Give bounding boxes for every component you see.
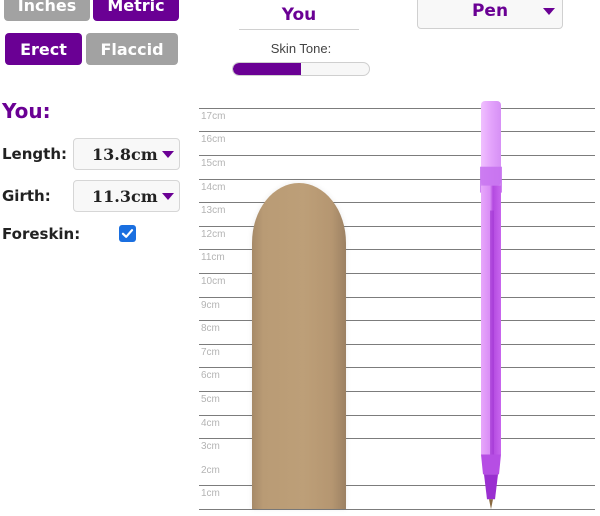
pen-grip: [481, 454, 501, 475]
ruler-line: [199, 202, 595, 204]
ruler-label: 9cm: [201, 299, 220, 311]
ruler-label: 4cm: [201, 417, 220, 429]
ruler-label: 6cm: [201, 370, 220, 382]
pen-nib: [484, 474, 498, 500]
pen-clip: [490, 210, 494, 460]
chevron-down-icon: [162, 193, 174, 200]
girth-select[interactable]: 11.3cm: [73, 180, 180, 212]
girth-label: Girth:: [2, 187, 51, 205]
ruler-line: [199, 178, 595, 180]
length-select[interactable]: 13.8cm: [73, 138, 180, 170]
ruler-label: 5cm: [201, 394, 220, 405]
ruler-baseline: [199, 509, 595, 510]
length-value: 13.8cm: [92, 144, 158, 164]
ruler-label: 11cm: [201, 252, 225, 264]
ruler-line: [199, 131, 595, 133]
ruler-line: [199, 107, 595, 109]
foreskin-label: Foreskin:: [2, 225, 81, 243]
ruler-label: 10cm: [201, 276, 226, 287]
pen-object: [480, 100, 502, 509]
ruler-label: 14cm: [201, 181, 226, 193]
pen-tip: [489, 499, 493, 509]
ruler-label: 3cm: [201, 441, 220, 453]
metric-button[interactable]: Metric: [93, 0, 179, 21]
ruler-label: 2cm: [201, 464, 220, 476]
chevron-down-icon: [162, 151, 174, 158]
check-icon: [121, 229, 134, 238]
ruler-label: 1cm: [201, 488, 220, 500]
ruler-line: [199, 155, 595, 156]
ruler-label: 16cm: [201, 134, 226, 146]
ruler-label: 13cm: [201, 205, 226, 217]
inches-button[interactable]: Inches: [4, 0, 90, 21]
flaccid-button[interactable]: Flaccid: [86, 33, 178, 65]
ruler-label: 7cm: [201, 346, 220, 358]
ruler-label: 12cm: [201, 228, 226, 240]
foreskin-checkbox[interactable]: [119, 225, 136, 242]
girth-value: 11.3cm: [92, 186, 158, 206]
erect-button[interactable]: Erect: [5, 33, 82, 65]
ruler-label: 17cm: [201, 110, 226, 122]
you-size-shape: [252, 183, 346, 509]
ruler-label: 8cm: [201, 323, 220, 335]
you-heading: You:: [2, 99, 51, 123]
ruler-label: 15cm: [201, 158, 226, 169]
length-label: Length:: [2, 145, 67, 163]
